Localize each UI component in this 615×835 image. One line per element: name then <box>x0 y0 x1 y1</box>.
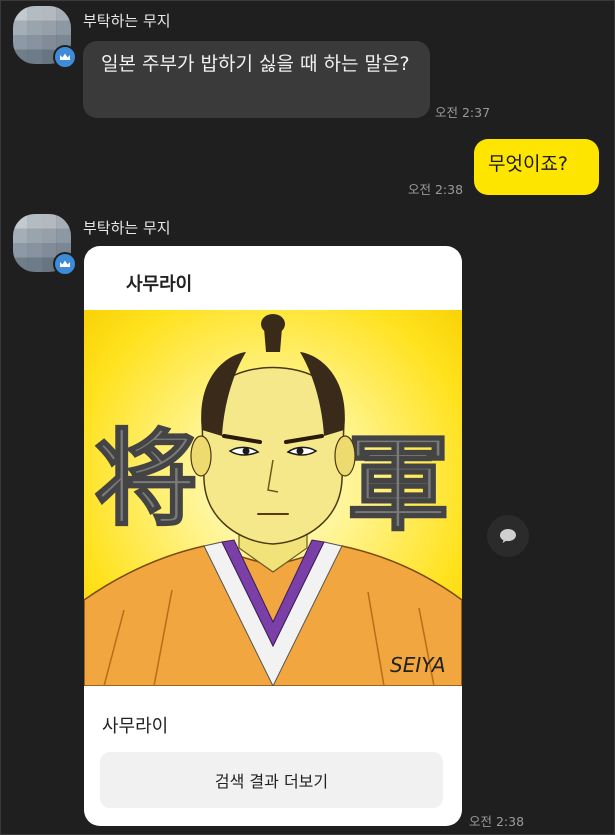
message-timestamp: 오전 2:37 <box>435 105 491 120</box>
message-text: 무엇이죠? <box>488 153 569 175</box>
share-button[interactable] <box>487 515 529 557</box>
more-results-button[interactable]: 검색 결과 더보기 <box>100 752 443 808</box>
card-title: 사무라이 <box>126 274 193 295</box>
message-timestamp: 오전 2:38 <box>408 182 464 197</box>
samurai-illustration[interactable]: 将 軍 SEIYA <box>84 310 462 686</box>
chat-window: 부탁하는 무지 일본 주부가 밥하기 싫을 때 하는 말은? 오전 2:37 오… <box>0 0 615 835</box>
outgoing-message-bubble[interactable]: 무엇이죠? <box>474 139 599 195</box>
more-results-label: 검색 결과 더보기 <box>214 772 329 791</box>
sender-name: 부탁하는 무지 <box>83 219 171 237</box>
search-result-card[interactable]: 사무라이 将 軍 SEIYA 사무라이 검색 결과 더보기 <box>84 246 462 826</box>
message-text: 일본 주부가 밥하기 싫을 때 하는 말은? <box>101 53 410 75</box>
crown-badge-icon <box>53 45 77 69</box>
kanji-left: 将 <box>94 417 198 540</box>
speech-bubble-icon <box>500 529 516 543</box>
message-timestamp: 오전 2:38 <box>469 814 525 829</box>
kanji-right: 軍 <box>346 422 450 545</box>
crown-badge-icon <box>53 252 77 276</box>
incoming-message-bubble[interactable]: 일본 주부가 밥하기 싫을 때 하는 말은? <box>83 41 430 118</box>
artist-signature: SEIYA <box>390 653 446 677</box>
card-caption: 사무라이 <box>102 716 169 737</box>
sender-name: 부탁하는 무지 <box>83 12 171 30</box>
